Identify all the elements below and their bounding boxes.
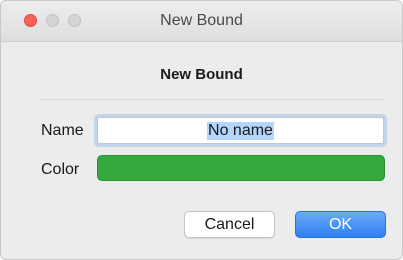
- color-well[interactable]: [97, 155, 385, 181]
- cancel-button[interactable]: Cancel: [184, 211, 275, 238]
- ok-button[interactable]: OK: [295, 211, 386, 238]
- color-label: Color: [41, 161, 80, 178]
- name-input-value: No name: [207, 121, 274, 140]
- name-label: Name: [41, 122, 84, 139]
- name-input[interactable]: No name: [97, 117, 384, 144]
- window-title: New Bound: [160, 12, 243, 29]
- new-bound-dialog: New Bound New Bound Name No name Color C…: [0, 0, 403, 260]
- dialog-heading: New Bound: [160, 66, 243, 83]
- separator: [39, 99, 385, 100]
- titlebar: New Bound: [1, 1, 402, 42]
